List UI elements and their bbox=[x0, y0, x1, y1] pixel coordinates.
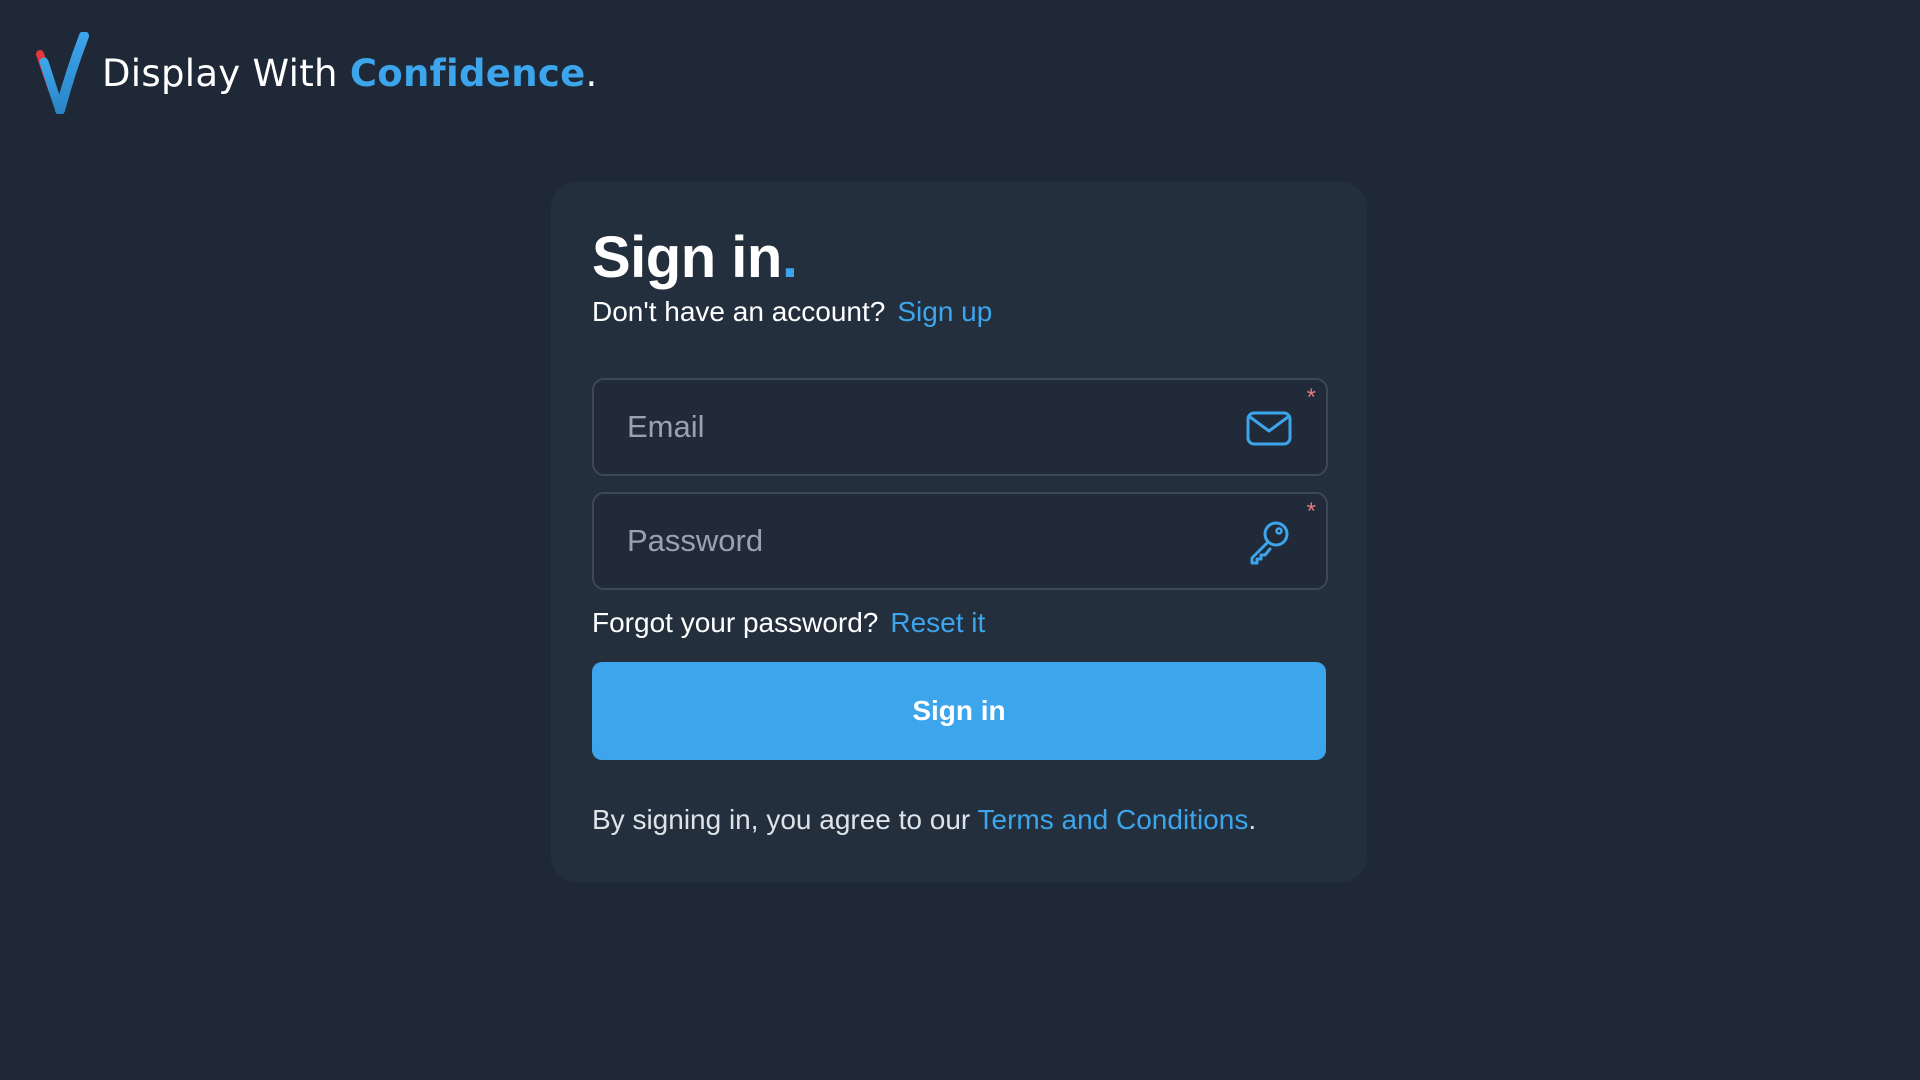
mail-icon bbox=[1246, 411, 1292, 446]
reset-password-link[interactable]: Reset it bbox=[890, 607, 985, 638]
title-dot: . bbox=[781, 225, 798, 290]
forgot-password-prompt: Forgot your password? Reset it bbox=[592, 607, 985, 639]
terms-suffix: . bbox=[1248, 804, 1257, 835]
password-field: * bbox=[592, 492, 1328, 590]
brand-text-suffix: . bbox=[585, 51, 598, 95]
brand-text-accent: Confidence bbox=[349, 51, 586, 95]
email-required-mark: * bbox=[1306, 384, 1316, 411]
brand-name: Display With Confidence. bbox=[102, 52, 598, 95]
v-checkmark-logo-icon bbox=[36, 32, 89, 114]
sign-in-page: Display With Confidence. Sign in. Don't … bbox=[0, 0, 1920, 1080]
page-title: Sign in. bbox=[592, 224, 798, 291]
sign-in-card: Sign in. Don't have an account? Sign up * bbox=[551, 182, 1367, 882]
title-text: Sign in bbox=[592, 225, 782, 290]
email-field: * bbox=[592, 378, 1328, 476]
email-input[interactable] bbox=[594, 380, 1267, 474]
sign-in-button[interactable]: Sign in bbox=[592, 662, 1326, 760]
password-required-mark: * bbox=[1306, 498, 1316, 525]
terms-prefix: By signing in, you agree to our bbox=[592, 804, 978, 835]
sign-up-link[interactable]: Sign up bbox=[897, 296, 992, 327]
password-input[interactable] bbox=[594, 494, 1267, 588]
brand-text-main: Display With bbox=[102, 51, 350, 95]
brand-header: Display With Confidence. bbox=[36, 32, 598, 114]
no-account-text: Don't have an account? bbox=[592, 296, 886, 327]
key-icon bbox=[1250, 521, 1289, 565]
signup-prompt: Don't have an account? Sign up bbox=[592, 296, 992, 328]
forgot-password-text: Forgot your password? bbox=[592, 607, 879, 638]
terms-link[interactable]: Terms and Conditions bbox=[978, 804, 1249, 835]
terms-notice: By signing in, you agree to our Terms an… bbox=[592, 804, 1256, 836]
